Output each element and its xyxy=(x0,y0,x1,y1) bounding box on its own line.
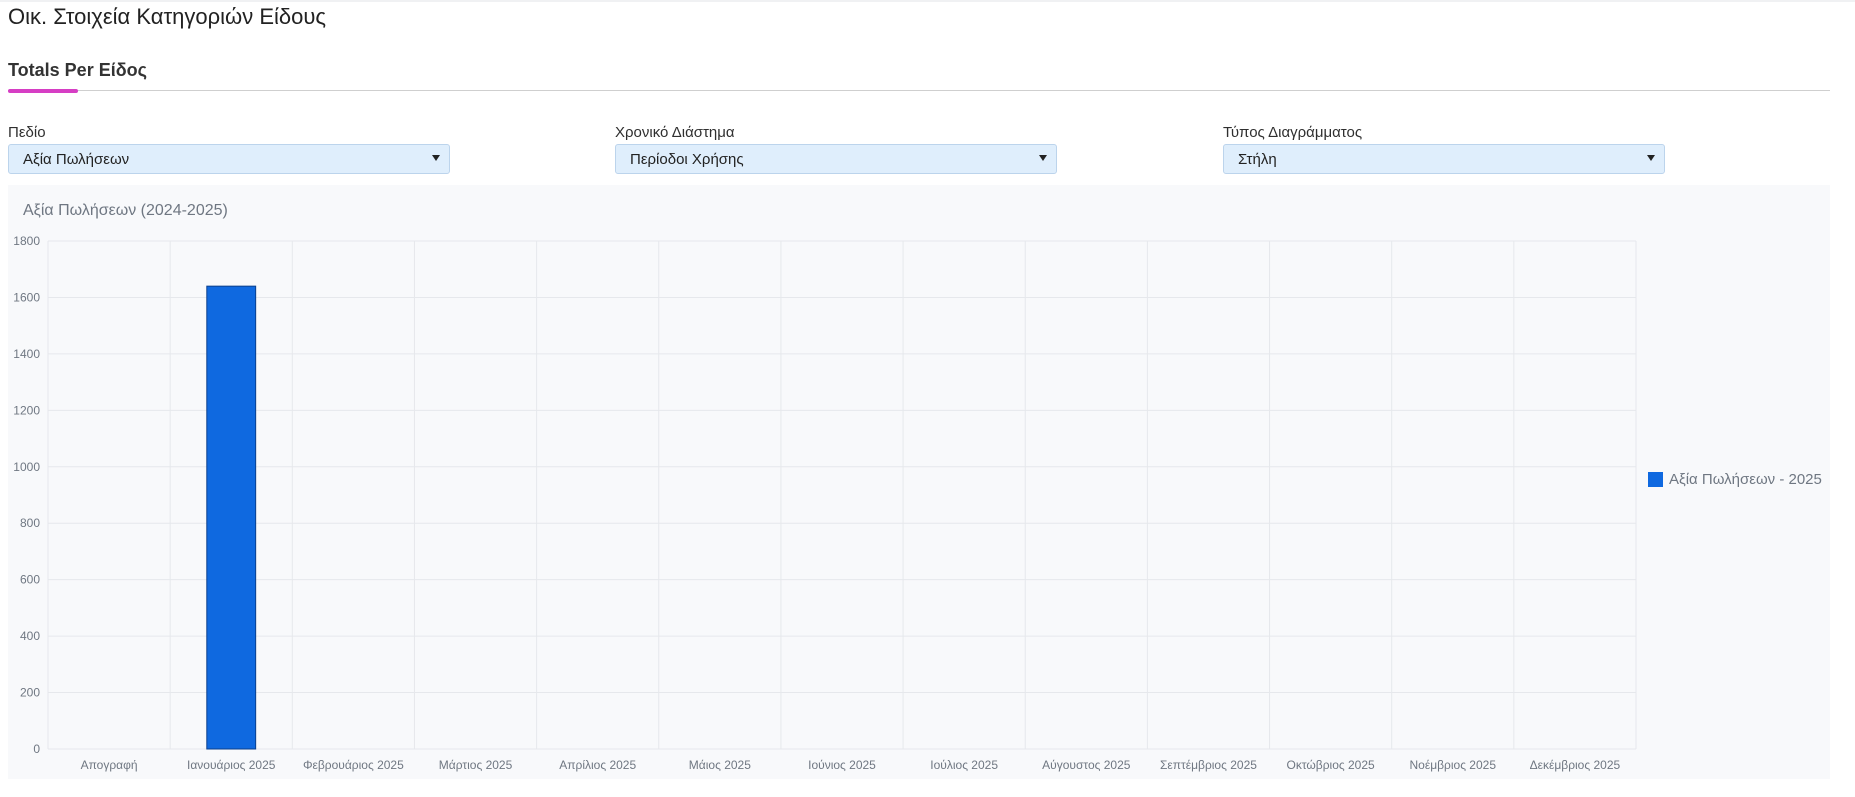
legend-label: Αξία Πωλήσεων - 2025 xyxy=(1669,471,1822,488)
field-select[interactable]: Αξία Πωλήσεων xyxy=(8,144,450,174)
y-tick-label: 1800 xyxy=(13,234,40,248)
chart-type-select-value: Στήλη xyxy=(1238,151,1277,168)
y-tick-label: 1600 xyxy=(13,290,40,304)
x-tick-label: Οκτώβριος 2025 xyxy=(1287,758,1375,772)
period-select-value: Περίοδοι Χρήσης xyxy=(630,151,744,168)
period-filter: Χρονικό Διάστημα Περίοδοι Χρήσης xyxy=(615,124,1057,174)
x-tick-label: Ιούλιος 2025 xyxy=(930,758,998,772)
chart-type-select[interactable]: Στήλη xyxy=(1223,144,1665,174)
caret-down-icon xyxy=(1647,155,1655,161)
x-tick-label: Ιανουάριος 2025 xyxy=(187,758,276,772)
x-tick-label: Αύγουστος 2025 xyxy=(1042,758,1131,772)
y-tick-label: 1200 xyxy=(13,403,40,417)
bar-chart: 0 200 400 600 800 1000 1200 1400 1600 1800 Απογραφ… xyxy=(13,234,1637,772)
x-tick-label: Δεκέμβριος 2025 xyxy=(1530,758,1621,772)
chart-type-filter: Τύπος Διαγράμματος Στήλη xyxy=(1223,124,1665,174)
period-filter-label: Χρονικό Διάστημα xyxy=(615,124,735,141)
x-tick-label: Νοέμβριος 2025 xyxy=(1410,758,1497,772)
y-tick-label: 600 xyxy=(20,573,40,587)
x-tick-label: Ιούνιος 2025 xyxy=(808,758,876,772)
chart-type-filter-label: Τύπος Διαγράμματος xyxy=(1223,124,1363,141)
y-tick-label: 800 xyxy=(20,516,40,530)
y-tick-label: 0 xyxy=(33,742,40,756)
x-tick-label: Μάρτιος 2025 xyxy=(439,758,513,772)
y-tick-label: 400 xyxy=(20,629,40,643)
x-tick-label: Φεβρουάριος 2025 xyxy=(303,758,404,772)
page-title: Οικ. Στοιχεία Κατηγοριών Είδους xyxy=(8,4,327,29)
caret-down-icon xyxy=(1039,155,1047,161)
active-tab-indicator xyxy=(8,89,78,93)
period-select[interactable]: Περίοδοι Χρήσης xyxy=(615,144,1057,174)
tab-divider xyxy=(8,90,1830,91)
tab-totals-per-item[interactable]: Totals Per Είδος xyxy=(8,60,147,81)
chart-legend[interactable]: Αξία Πωλήσεων - 2025 xyxy=(1648,471,1822,488)
legend-swatch xyxy=(1648,472,1663,487)
chart-panel: Αξία Πωλήσεων (2024-2025) 0 200 400 600 800 1… xyxy=(8,185,1830,779)
field-select-value: Αξία Πωλήσεων xyxy=(23,151,130,168)
tab-bar: Totals Per Είδος xyxy=(8,52,1830,96)
x-tick-label: Απογραφή xyxy=(81,758,138,772)
y-tick-label: 200 xyxy=(20,686,40,700)
y-tick-label: 1400 xyxy=(13,347,40,361)
field-filter-label: Πεδίο xyxy=(8,124,46,141)
caret-down-icon xyxy=(432,155,440,161)
field-filter: Πεδίο Αξία Πωλήσεων xyxy=(8,124,450,174)
x-tick-label: Απρίλιος 2025 xyxy=(559,758,636,772)
x-tick-label: Σεπτέμβριος 2025 xyxy=(1160,758,1257,772)
bar xyxy=(206,285,257,750)
y-tick-label: 1000 xyxy=(13,460,40,474)
x-tick-label: Μάιος 2025 xyxy=(689,758,751,772)
top-border xyxy=(0,0,1855,2)
